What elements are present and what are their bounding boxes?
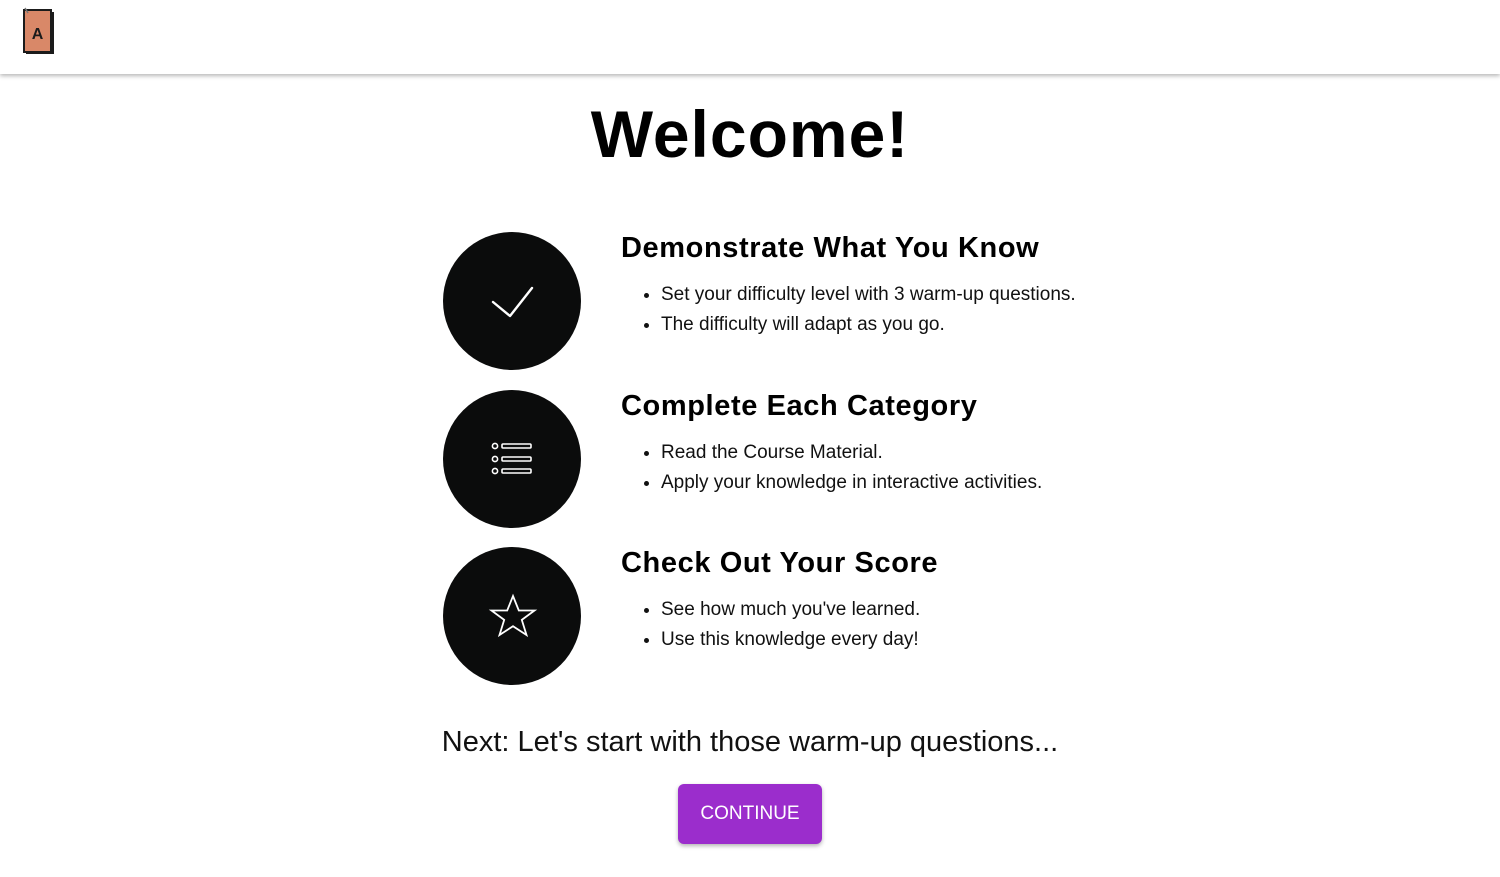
step-bullet: Use this knowledge every day! — [661, 625, 920, 655]
step-check-score: Check Out Your Score See how much you've… — [443, 547, 1143, 687]
step-icon-circle — [443, 390, 581, 528]
step-bullet: Set your difficulty level with 3 warm-up… — [661, 280, 1076, 310]
step-bullet-list: See how much you've learned. Use this kn… — [661, 595, 920, 655]
step-heading: Complete Each Category — [621, 390, 978, 422]
star-icon — [488, 593, 538, 638]
next-step-text: Next: Let's start with those warm-up que… — [441, 726, 1059, 758]
top-app-bar: A — [0, 0, 1500, 74]
step-icon-circle — [443, 547, 581, 685]
continue-button[interactable]: CONTINUE — [678, 784, 822, 844]
book-logo-icon[interactable]: A — [22, 5, 56, 57]
logo-letter: A — [32, 26, 44, 43]
step-bullet-list: Read the Course Material. Apply your kno… — [661, 438, 1042, 498]
list-icon — [491, 442, 532, 475]
step-bullet: The difficulty will adapt as you go. — [661, 310, 1076, 340]
step-heading: Check Out Your Score — [621, 547, 939, 579]
step-bullet-list: Set your difficulty level with 3 warm-up… — [661, 280, 1076, 340]
step-demonstrate: Demonstrate What You Know Set your diffi… — [443, 232, 1143, 372]
page-title: Welcome! — [590, 97, 910, 171]
step-icon-circle — [443, 232, 581, 370]
step-bullet: Apply your knowledge in interactive acti… — [661, 468, 1042, 498]
step-bullet: See how much you've learned. — [661, 595, 920, 625]
step-heading: Demonstrate What You Know — [621, 232, 1040, 264]
checkmark-icon — [491, 286, 534, 318]
step-complete-category: Complete Each Category Read the Course M… — [443, 390, 1143, 530]
step-bullet: Read the Course Material. — [661, 438, 1042, 468]
